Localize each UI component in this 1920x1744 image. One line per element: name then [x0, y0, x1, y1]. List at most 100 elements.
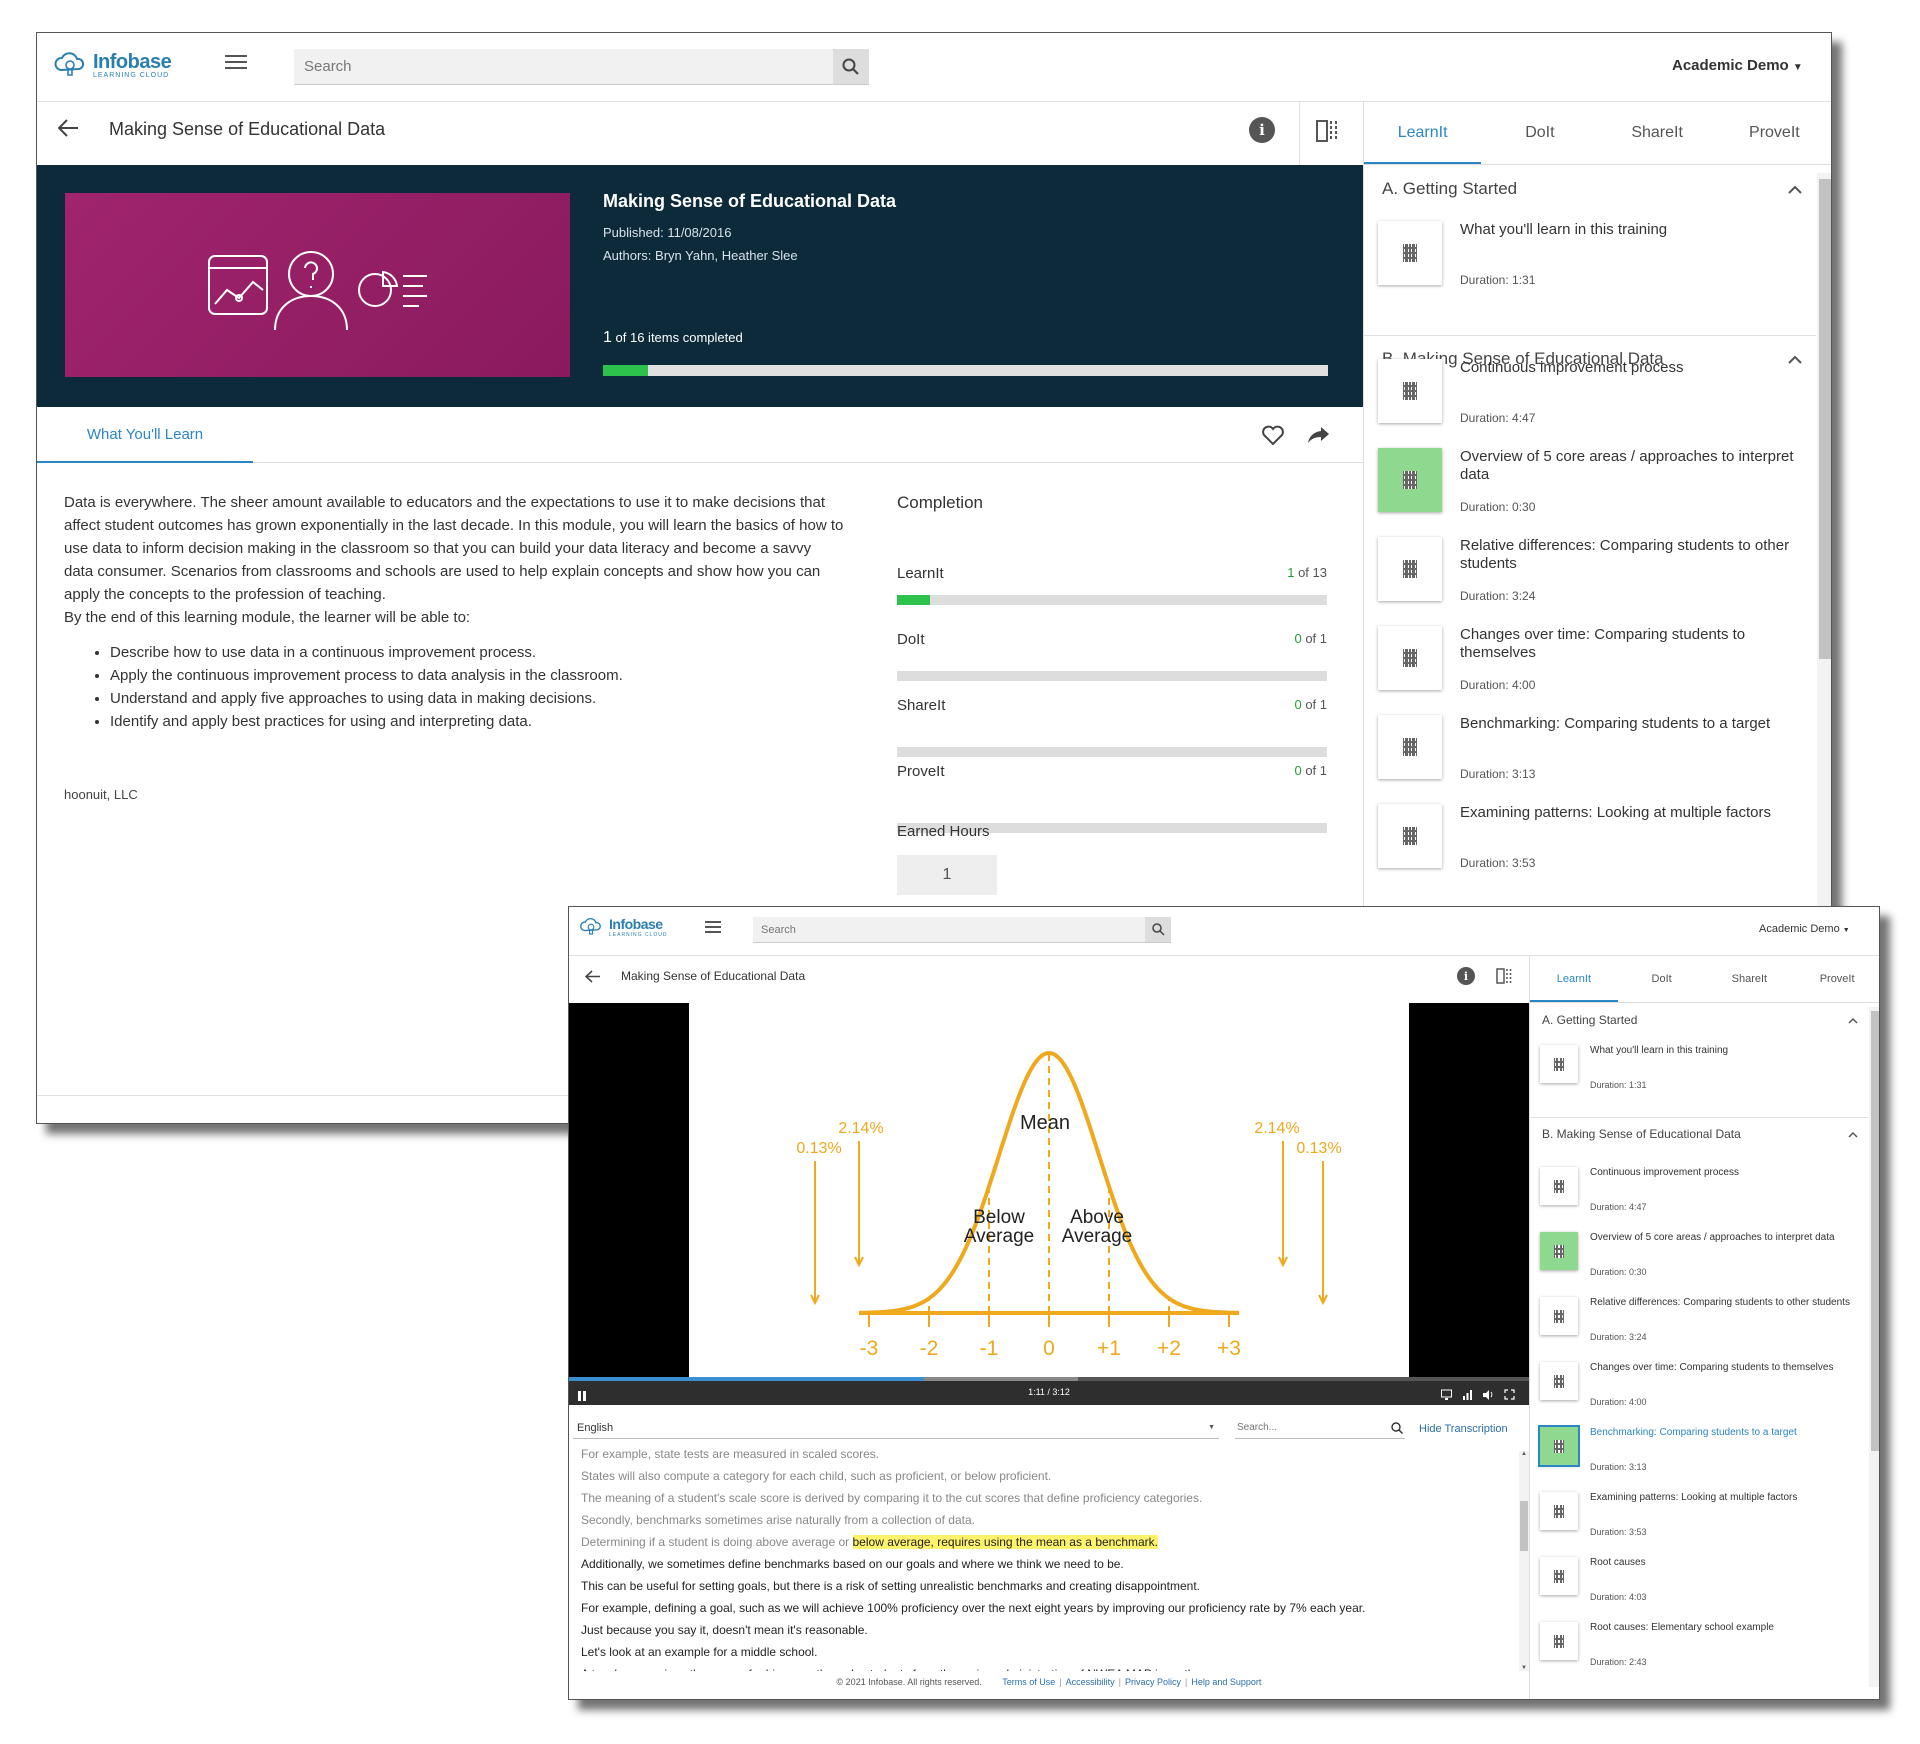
footer-copyright: © 2021 Infobase. All rights reserved.	[836, 1677, 982, 1687]
search-input[interactable]: Search	[294, 49, 869, 85]
video-thumbnail[interactable]	[1540, 1232, 1578, 1270]
tab-doit[interactable]: DoIt	[1481, 101, 1598, 164]
video-thumbnail[interactable]	[1378, 626, 1442, 690]
transcript-line[interactable]: A teacher examines the scores for his se…	[581, 1663, 1501, 1671]
video-thumbnail[interactable]	[1378, 448, 1442, 512]
chevron-up-icon[interactable]	[1848, 1127, 1858, 1141]
transcript-line[interactable]: The meaning of a student's scale score i…	[581, 1487, 1501, 1509]
video-thumbnail[interactable]	[1540, 1557, 1578, 1595]
tab-proveit[interactable]: ProveIt	[1716, 101, 1831, 164]
video-thumbnail[interactable]	[1378, 359, 1442, 423]
search-button[interactable]	[833, 49, 869, 84]
playlist-item[interactable]: Root causes: Elementary school example Du…	[1540, 1622, 1856, 1668]
captions-icon[interactable]	[1441, 1387, 1452, 1405]
footer-link[interactable]: Help and Support	[1191, 1677, 1261, 1687]
chevron-up-icon[interactable]	[1788, 179, 1802, 199]
search-icon[interactable]	[1391, 1421, 1403, 1434]
footer-link[interactable]: Terms of Use	[1002, 1677, 1055, 1687]
tab-shareit[interactable]: ShareIt	[1599, 101, 1716, 164]
tab-what-youll-learn[interactable]: What You'll Learn	[37, 407, 253, 463]
transcript-line[interactable]: For example, state tests are measured in…	[581, 1449, 1501, 1465]
back-arrow-icon[interactable]	[581, 965, 603, 987]
playlist-item[interactable]: Root causes Duration: 4:03	[1540, 1557, 1856, 1603]
scroll-down-icon[interactable]: ▼	[1519, 1665, 1529, 1671]
chevron-up-icon[interactable]	[1848, 1013, 1858, 1027]
scrollbar-thumb[interactable]	[1871, 1011, 1879, 1451]
video-thumbnail[interactable]	[1378, 537, 1442, 601]
video-thumbnail[interactable]	[1378, 804, 1442, 868]
transcript-line[interactable]: Just because you say it, doesn't mean it…	[581, 1619, 1501, 1641]
playlist-item[interactable]: What you'll learn in this training Durati…	[1378, 221, 1798, 289]
playlist-item[interactable]: Benchmarking: Comparing students to a ta…	[1378, 715, 1798, 783]
section-getting-started[interactable]: A. Getting Started	[1382, 179, 1802, 199]
section-getting-started[interactable]: A. Getting Started	[1542, 1013, 1858, 1027]
hamburger-menu-icon[interactable]	[221, 47, 251, 77]
playlist-item[interactable]: Overview of 5 core areas / approaches to…	[1378, 448, 1798, 516]
footer-link[interactable]: Privacy Policy	[1125, 1677, 1181, 1687]
infobase-logo[interactable]: Infobase LEARNING CLOUD	[579, 915, 667, 939]
transcript-line[interactable]: Additionally, we sometimes define benchm…	[581, 1553, 1501, 1575]
playlist-item[interactable]: Examining patterns: Looking at multiple …	[1378, 804, 1798, 872]
video-thumbnail[interactable]	[1540, 1167, 1578, 1205]
playlist-item[interactable]: Changes over time: Comparing students to…	[1378, 626, 1798, 694]
info-icon[interactable]: i	[1457, 967, 1475, 985]
playlist-scrollbar[interactable]	[1869, 1007, 1879, 1687]
playlist-item[interactable]: Overview of 5 core areas / approaches to…	[1540, 1232, 1856, 1278]
footer-link[interactable]: Accessibility	[1066, 1677, 1115, 1687]
transcript-line[interactable]: This can be useful for setting goals, bu…	[581, 1575, 1501, 1597]
transcript-line[interactable]: Secondly, benchmarks sometimes arise nat…	[581, 1509, 1501, 1531]
language-select[interactable]: English ▼	[573, 1417, 1219, 1439]
hide-transcription-link[interactable]: Hide Transcription	[1419, 1423, 1508, 1435]
tab-proveit[interactable]: ProveIt	[1793, 955, 1879, 1002]
section-educational-data[interactable]: B. Making Sense of Educational Data	[1542, 1127, 1858, 1141]
quality-icon[interactable]	[1462, 1387, 1473, 1405]
playlist-item[interactable]: Relative differences: Comparing students…	[1540, 1297, 1856, 1343]
scrollbar-thumb[interactable]	[1819, 179, 1831, 659]
search-button[interactable]	[1145, 917, 1171, 942]
tab-doit[interactable]: DoIt	[1618, 955, 1706, 1002]
search-input[interactable]: Search	[753, 917, 1171, 943]
video-thumbnail[interactable]	[1540, 1362, 1578, 1400]
video-thumbnail[interactable]	[1378, 221, 1442, 285]
transcript-scrollbar[interactable]: ▲ ▼	[1519, 1451, 1529, 1671]
video-player[interactable]: -3 -2 -1 0 +1 +2 +3 Mean Below Average Above Averag…	[569, 1003, 1529, 1381]
video-thumbnail[interactable]	[1540, 1297, 1578, 1335]
caret-down-icon: ▼	[1792, 62, 1803, 73]
user-menu[interactable]: Academic Demo ▼	[1672, 57, 1803, 74]
fullscreen-icon[interactable]	[1504, 1387, 1515, 1405]
video-thumbnail[interactable]	[1540, 1492, 1578, 1530]
video-thumbnail[interactable]	[1540, 1622, 1578, 1660]
playlist-item[interactable]: Benchmarking: Comparing students to a ta…	[1538, 1425, 1856, 1473]
search-placeholder: Search	[761, 923, 796, 936]
tab-shareit[interactable]: ShareIt	[1706, 955, 1794, 1002]
heart-icon[interactable]	[1259, 421, 1287, 449]
transcript-search-input[interactable]: Search...	[1235, 1417, 1405, 1439]
chart-label: Mean	[1020, 1112, 1070, 1134]
infobase-logo[interactable]: Infobase LEARNING CLOUD	[53, 45, 172, 85]
playlist-item[interactable]: What you'll learn in this training Durati…	[1540, 1045, 1856, 1091]
volume-icon[interactable]	[1483, 1387, 1494, 1405]
scroll-up-icon[interactable]: ▲	[1519, 1451, 1529, 1457]
split-view-icon[interactable]	[1313, 117, 1341, 145]
scrollbar-thumb[interactable]	[1520, 1501, 1528, 1551]
split-view-icon[interactable]	[1493, 965, 1515, 987]
user-menu[interactable]: Academic Demo ▼	[1759, 923, 1850, 935]
transcript-line[interactable]: States will also compute a category for …	[581, 1465, 1501, 1487]
video-thumbnail[interactable]	[1378, 715, 1442, 779]
tab-learnit[interactable]: LearnIt	[1530, 955, 1618, 1002]
video-thumbnail[interactable]	[1540, 1045, 1578, 1083]
playlist-item[interactable]: Relative differences: Comparing students…	[1378, 537, 1798, 605]
transcript-line[interactable]: Let's look at an example for a middle sc…	[581, 1641, 1501, 1663]
info-icon[interactable]: i	[1249, 117, 1275, 143]
back-arrow-icon[interactable]	[53, 113, 83, 143]
transcript-line[interactable]: Determining if a student is doing above …	[581, 1531, 1501, 1553]
playlist-item[interactable]: Examining patterns: Looking at multiple …	[1540, 1492, 1856, 1538]
playlist-item[interactable]: Continuous improvement process Duration: …	[1378, 359, 1798, 427]
share-icon[interactable]	[1305, 421, 1333, 449]
tab-learnit[interactable]: LearnIt	[1364, 101, 1482, 164]
hamburger-menu-icon[interactable]	[703, 917, 723, 937]
playlist-item[interactable]: Continuous improvement process Duration: …	[1540, 1167, 1856, 1213]
transcript-line[interactable]: For example, defining a goal, such as we…	[581, 1597, 1501, 1619]
video-thumbnail[interactable]	[1538, 1425, 1580, 1467]
playlist-item[interactable]: Changes over time: Comparing students to…	[1540, 1362, 1856, 1408]
